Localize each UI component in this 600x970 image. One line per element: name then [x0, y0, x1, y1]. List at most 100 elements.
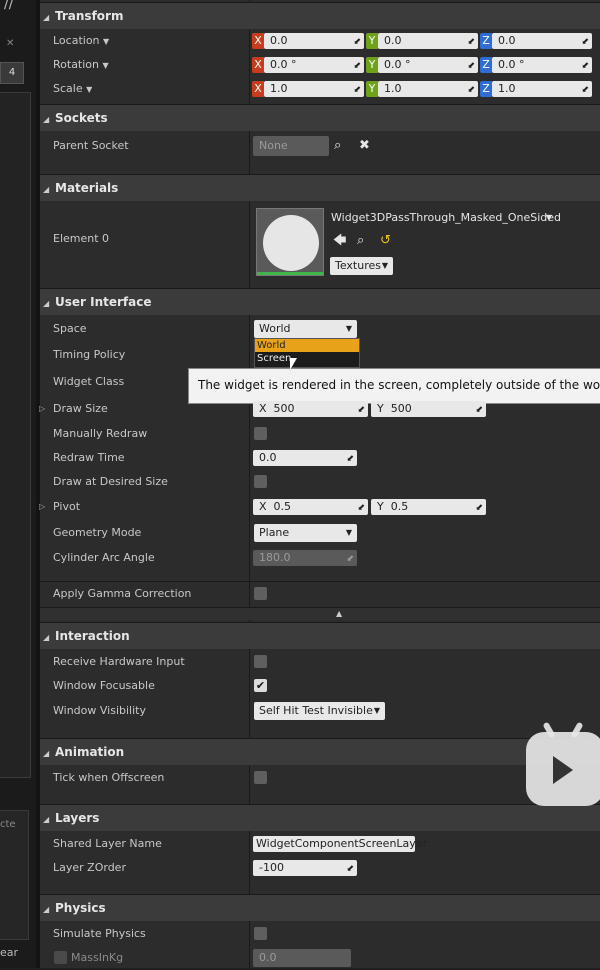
rotation-label[interactable]: Rotation ▼ — [53, 53, 109, 78]
section-materials[interactable]: ◢ Materials — [40, 174, 600, 201]
left-panel: // ✕ 4 cte ear — [0, 0, 36, 968]
rotation-x-input[interactable]: 0.0 ° ⬋ — [264, 57, 364, 73]
tick-offscreen-checkbox[interactable] — [254, 771, 267, 784]
expand-icon[interactable]: ▷ — [39, 397, 45, 421]
section-interaction[interactable]: ◢ Interaction — [40, 622, 600, 649]
section-title: Animation — [55, 745, 125, 759]
manually-redraw-checkbox[interactable] — [254, 427, 267, 440]
space-options-popup: World Screen — [254, 338, 360, 368]
row-window-visibility: Window Visibility Self Hit Test Invisibl… — [40, 699, 600, 723]
simulate-physics-checkbox[interactable] — [254, 927, 267, 940]
row-apply-gamma: Apply Gamma Correction — [40, 581, 600, 606]
location-z-input[interactable]: 0.0 ⬋ — [492, 33, 592, 49]
chevron-down-icon: ▼ — [345, 324, 352, 333]
row-parent-socket: Parent Socket None ⌕ ✖ — [40, 134, 600, 158]
resize-arrow-icon: ⬋ — [475, 405, 483, 415]
row-cylinder-arc: Cylinder Arc Angle 180.0 ⬋ — [40, 546, 600, 570]
location-label[interactable]: Location ▼ — [53, 29, 109, 54]
location-y-input[interactable]: 0.0 ⬋ — [378, 33, 478, 49]
draw-desired-size-label: Draw at Desired Size — [53, 475, 168, 488]
expand-icon[interactable]: ▷ — [39, 495, 45, 519]
row-draw-desired-size: Draw at Desired Size — [40, 470, 600, 494]
resize-arrow-icon: ⬋ — [346, 554, 354, 564]
layer-zorder-input[interactable]: -100 ⬋ — [253, 860, 357, 876]
section-physics[interactable]: ◢ Physics — [40, 894, 600, 921]
mass-input[interactable]: 0.0 — [253, 949, 351, 967]
row-location: Location ▼ X 0.0 ⬋ Y 0.0 ⬋ Z 0.0 ⬋ — [40, 29, 600, 53]
reset-icon[interactable]: ↺ — [380, 233, 391, 249]
material-preview-sphere — [263, 215, 319, 271]
left-viewport-panel — [0, 92, 31, 778]
draw-size-label: Draw Size — [53, 402, 108, 415]
section-title: Transform — [55, 9, 124, 23]
window-visibility-dropdown[interactable]: Self Hit Test Invisible ▼ — [254, 702, 385, 720]
row-tick-offscreen: Tick when Offscreen — [40, 766, 600, 790]
details-panel: ◢ Transform Location ▼ X 0.0 ⬋ Y 0.0 ⬋ Z 0.… — [39, 0, 600, 968]
axis-x-label: X — [252, 57, 264, 73]
left-panel-text: cte — [0, 819, 16, 830]
draw-desired-size-checkbox[interactable] — [254, 475, 267, 488]
collapse-icon: ◢ — [43, 13, 50, 22]
chevron-down-icon: ▼ — [373, 706, 380, 715]
play-icon — [553, 756, 573, 784]
scale-label[interactable]: Scale ▼ — [53, 77, 92, 102]
section-user-interface[interactable]: ◢ User Interface — [40, 288, 600, 315]
scale-z-input[interactable]: 1.0 ⬋ — [492, 81, 592, 97]
mouse-cursor-icon — [290, 358, 297, 370]
resize-arrow-icon: ⬋ — [353, 37, 361, 47]
resize-arrow-icon: ⬋ — [346, 864, 354, 874]
scale-x-input[interactable]: 1.0 ⬋ — [264, 81, 364, 97]
axis-x-label: X — [252, 33, 264, 49]
textures-dropdown[interactable]: Textures ▼ — [330, 257, 393, 275]
mass-override-checkbox[interactable] — [54, 951, 67, 964]
collapse-icon: ◢ — [43, 299, 50, 308]
section-transform[interactable]: ◢ Transform — [40, 2, 600, 29]
scale-y-input[interactable]: 1.0 ⬋ — [378, 81, 478, 97]
arrow-left-icon[interactable]: 🡄 — [333, 233, 346, 249]
section-layers[interactable]: ◢ Layers — [40, 804, 600, 831]
cylinder-arc-input[interactable]: 180.0 ⬋ — [253, 550, 357, 566]
material-thumbnail[interactable] — [256, 208, 324, 276]
window-focusable-checkbox[interactable]: ✔ — [254, 679, 267, 692]
section-animation[interactable]: ◢ Animation — [40, 738, 600, 765]
window-focusable-label: Window Focusable — [53, 679, 155, 692]
rotation-z-input[interactable]: 0.0 ° ⬋ — [492, 57, 592, 73]
redraw-time-input[interactable]: 0.0 ⬋ — [253, 450, 357, 466]
parent-socket-field[interactable]: None — [253, 136, 329, 156]
chevron-down-icon: ▼ — [86, 85, 93, 94]
advanced-collapse-bar[interactable]: ▲ — [40, 607, 600, 620]
close-icon[interactable]: ✕ — [6, 38, 14, 49]
row-layer-zorder: Layer ZOrder -100 ⬋ — [40, 856, 600, 880]
cylinder-arc-label: Cylinder Arc Angle — [53, 551, 155, 564]
space-dropdown[interactable]: World ▼ — [254, 320, 357, 338]
rotation-y-input[interactable]: 0.0 ° ⬋ — [378, 57, 478, 73]
chevron-up-icon: ▲ — [336, 609, 343, 618]
space-option-screen[interactable]: Screen — [255, 352, 359, 365]
chevron-down-icon: ▼ — [345, 528, 352, 537]
clear-button[interactable]: ear — [0, 946, 18, 959]
space-option-world[interactable]: World — [255, 339, 359, 352]
receive-hw-input-checkbox[interactable] — [254, 655, 267, 668]
draw-size-y-input[interactable]: Y 500 ⬋ — [371, 401, 486, 417]
material-combo[interactable]: Widget3DPassThrough_Masked_OneSided ▼ — [329, 209, 561, 227]
location-x-input[interactable]: 0.0 ⬋ — [264, 33, 364, 49]
row-shared-layer: Shared Layer Name WidgetComponentScreenL… — [40, 832, 600, 856]
close-icon[interactable]: ✖ — [359, 138, 370, 154]
pivot-y-input[interactable]: Y 0.5 ⬋ — [371, 499, 486, 515]
parent-socket-label: Parent Socket — [53, 139, 129, 152]
search-icon[interactable]: ⌕ — [357, 233, 364, 249]
row-scale: Scale ▼ X 1.0 ⬋ Y 1.0 ⬋ Z 1.0 ⬋ — [40, 77, 600, 101]
collapse-icon: ◢ — [43, 633, 50, 642]
section-title: Interaction — [55, 629, 130, 643]
apply-gamma-checkbox[interactable] — [254, 587, 267, 600]
draw-size-x-input[interactable]: X 500 ⬋ — [253, 401, 368, 417]
pivot-x-input[interactable]: X 0.5 ⬋ — [253, 499, 368, 515]
section-sockets[interactable]: ◢ Sockets — [40, 104, 600, 131]
search-icon[interactable]: ⌕ — [334, 138, 341, 154]
row-window-focusable: Window Focusable ✔ — [40, 674, 600, 698]
geometry-mode-dropdown[interactable]: Plane ▼ — [254, 524, 357, 542]
section-title: Sockets — [55, 111, 108, 125]
shared-layer-input[interactable]: WidgetComponentScreenLayer — [253, 836, 427, 852]
section-title: User Interface — [55, 295, 152, 309]
geometry-mode-label: Geometry Mode — [53, 526, 142, 539]
